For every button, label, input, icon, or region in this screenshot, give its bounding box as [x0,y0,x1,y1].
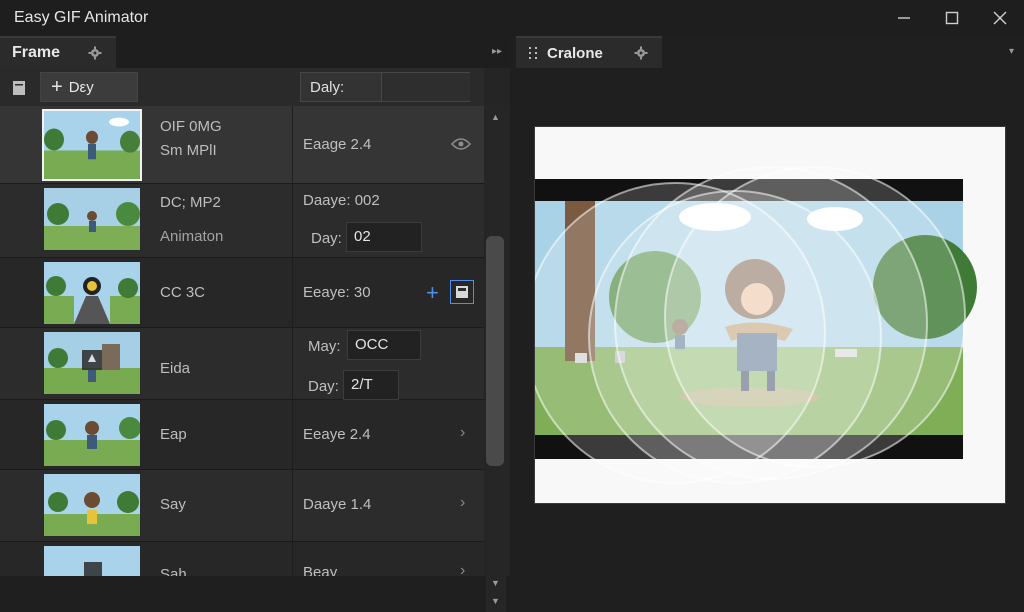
add-frame-button[interactable]: + Dεy [40,72,138,102]
frame-name: DC; MP2 [160,194,221,211]
tab-frame[interactable]: Frame [0,36,116,68]
scroll-up-icon[interactable]: ▲ [491,112,500,122]
tab-frame-label: Frame [12,44,61,61]
frame-delay: Daaye 1.4 [303,496,372,513]
frame-list: OIF 0MG Sm MPlI Eaage 2.4 DC; MP2 Animat… [0,106,484,576]
frame-toolbar: + Dεy Daly: [0,68,484,106]
tab-preview-label: Cralone [547,44,603,62]
minimize-icon [898,17,910,19]
tab-preview[interactable]: Cralone [516,36,662,68]
panel-menu-icon[interactable]: ▾ [1009,46,1014,57]
frame-delay: Eeaye 2.4 [303,426,371,443]
frame-name: CC 3C [160,284,206,301]
frame-delay: Beay [303,564,338,576]
close-button[interactable] [976,0,1024,36]
plus-icon: + [51,76,63,98]
frame-label: Animaton [160,228,224,245]
add-frame-label: Dεy [68,78,94,96]
frame-size: Sm MPlI [160,142,217,159]
frame-thumbnail[interactable] [44,474,140,536]
maximize-icon [945,11,959,25]
eye-icon[interactable] [451,137,471,151]
frame-name: Eap [160,426,187,443]
frame-thumbnail[interactable] [44,262,140,324]
title-bar: Easy GIF Animator [0,0,1024,36]
chevron-right-icon[interactable]: › [460,562,465,576]
may-input[interactable]: OCC [347,330,421,360]
frame-row[interactable]: OIF 0MG Sm MPlI Eaage 2.4 [0,106,484,184]
preview-panel: Cralone ▾ [516,36,1024,576]
frame-thumbnail[interactable] [44,404,140,466]
frame-thumbnail[interactable] [44,188,140,250]
app-title: Easy GIF Animator [14,9,149,26]
panel-options-icon[interactable]: ▸▸ [492,46,502,57]
frame-row[interactable]: Eap Eeaye 2.4 › [0,400,484,470]
close-icon [993,11,1007,25]
frame-delay: Eeaye: 30 [303,284,371,301]
frame-tabbar: Frame ▸▸ [0,36,510,68]
gear-icon[interactable] [634,46,648,60]
delay-control: Daly: [300,72,470,102]
animation-preview[interactable]: ◀ ▶ [534,126,1006,504]
frame-name: Say [160,496,186,513]
frame-row[interactable]: Say Daaye 1.4 › [0,470,484,542]
day-input[interactable]: 02 [346,222,422,252]
day-input[interactable]: 2/T [343,370,399,400]
chevron-right-icon[interactable]: › [460,424,465,442]
frame-delay: Daaye: 002 [303,192,380,209]
may-label: May: [308,338,341,355]
frame-list-scrollbar[interactable]: ▲ ▼ ▼ [486,106,506,612]
day-label: Day: [308,378,339,395]
frame-row[interactable]: Sah Beay › [0,542,484,576]
frame-name: Sah [160,566,187,576]
scroll-down-icon[interactable]: ▼ [491,596,500,606]
frame-thumbnail[interactable] [42,109,142,181]
save-icon[interactable] [450,280,474,304]
frame-panel: Frame ▸▸ + Dεy Daly: OIF 0MG Sm MPlI Eaa… [0,36,510,612]
grip-icon [529,47,537,59]
frame-row[interactable]: Eida May: OCC Day: 2/T [0,328,484,400]
frame-name: OIF 0MG [160,118,222,135]
add-icon[interactable]: + [426,280,439,306]
frame-row[interactable]: CC 3C Eeaye: 30 + [0,258,484,328]
delay-label: Daly: [310,79,345,96]
scrollbar-thumb[interactable] [486,236,504,466]
document-icon[interactable] [12,80,26,96]
scroll-down-icon[interactable]: ▼ [491,578,500,588]
maximize-button[interactable] [928,0,976,36]
frame-delay: Eaage 2.4 [303,136,372,153]
delay-input[interactable] [381,73,470,101]
minimize-button[interactable] [880,0,928,36]
frame-name: Eida [160,360,191,377]
day-label: Day: [311,230,342,247]
frame-row[interactable]: DC; MP2 Animaton Daaye: 002 Day: 02 [0,184,484,258]
frame-thumbnail[interactable] [44,332,140,394]
gear-icon[interactable] [88,46,102,60]
chevron-right-icon[interactable]: › [460,494,465,512]
frame-thumbnail[interactable] [44,546,140,576]
